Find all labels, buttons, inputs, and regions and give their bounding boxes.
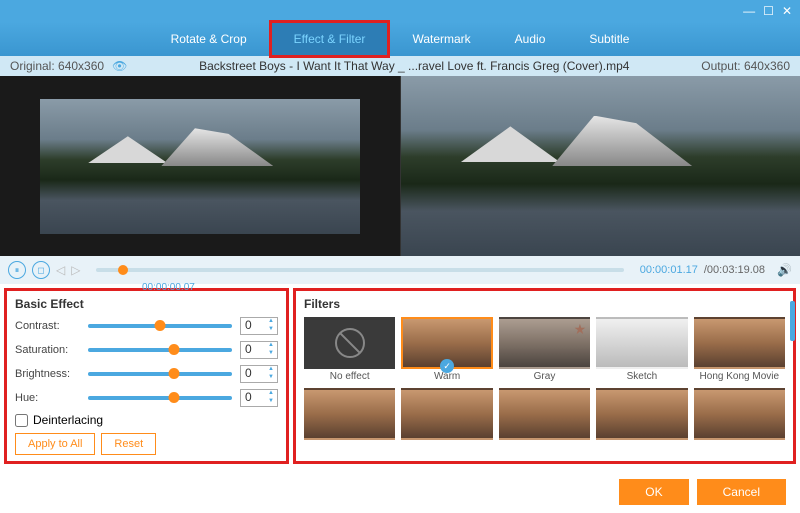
saturation-slider[interactable] <box>88 348 232 352</box>
tab-audio[interactable]: Audio <box>493 23 568 55</box>
brightness-label: Brightness: <box>15 368 80 380</box>
hue-input[interactable]: 0▲▼ <box>240 389 278 407</box>
filter-warm[interactable]: ✓ <box>401 317 492 369</box>
star-icon: ★ <box>574 321 587 338</box>
titlebar: — ☐ ✕ <box>0 0 800 22</box>
hue-label: Hue: <box>15 392 80 404</box>
deinterlacing-checkbox[interactable] <box>15 414 28 427</box>
filter-item[interactable] <box>694 388 785 440</box>
hue-slider[interactable] <box>88 396 232 400</box>
reset-button[interactable]: Reset <box>101 433 156 455</box>
tab-subtitle[interactable]: Subtitle <box>567 23 651 55</box>
tab-watermark[interactable]: Watermark <box>390 23 492 55</box>
original-thumbnail <box>40 99 360 234</box>
filter-label: Gray <box>499 371 590 382</box>
contrast-thumb[interactable] <box>155 320 166 331</box>
filter-label: No effect <box>304 371 395 382</box>
time-elapsed-below: 00:00:00.07 <box>142 282 195 293</box>
saturation-thumb[interactable] <box>169 344 180 355</box>
filter-no-effect[interactable] <box>304 317 395 369</box>
prev-frame-button[interactable]: ◁ <box>56 263 65 277</box>
filter-item[interactable] <box>499 388 590 440</box>
output-thumbnail <box>401 76 800 256</box>
filter-item[interactable] <box>401 388 492 440</box>
output-size-label: Output: 640x360 <box>701 59 790 73</box>
original-size-label: Original: 640x360 <box>10 59 104 73</box>
contrast-label: Contrast: <box>15 320 80 332</box>
tab-effect-filter[interactable]: Effect & Filter <box>269 20 391 58</box>
filter-item[interactable] <box>304 388 395 440</box>
hue-thumb[interactable] <box>169 392 180 403</box>
brightness-slider[interactable] <box>88 372 232 376</box>
minimize-button[interactable]: — <box>743 4 755 18</box>
time-total: /00:03:19.08 <box>704 264 765 276</box>
filter-item[interactable] <box>596 388 687 440</box>
ok-button[interactable]: OK <box>619 479 688 505</box>
pause-button[interactable]: ⏸ <box>8 261 26 279</box>
contrast-slider[interactable] <box>88 324 232 328</box>
basic-effect-panel: Basic Effect Contrast: 0▲▼ Saturation: 0… <box>4 288 289 464</box>
preview-original <box>0 76 401 256</box>
contrast-up[interactable]: ▲ <box>266 318 276 326</box>
saturation-label: Saturation: <box>15 344 80 356</box>
timeline-slider[interactable] <box>96 268 623 272</box>
time-current: 00:00:01.17 <box>640 264 698 276</box>
volume-icon[interactable]: 🔊 <box>777 263 792 277</box>
scrollbar[interactable] <box>790 301 795 341</box>
basic-effect-title: Basic Effect <box>15 297 278 311</box>
filter-gray[interactable]: ★ <box>499 317 590 369</box>
maximize-button[interactable]: ☐ <box>763 4 774 18</box>
saturation-input[interactable]: 0▲▼ <box>240 341 278 359</box>
contrast-input[interactable]: 0▲▼ <box>240 317 278 335</box>
cancel-button[interactable]: Cancel <box>697 479 786 505</box>
next-frame-button[interactable]: ▷ <box>71 263 80 277</box>
filters-panel: Filters No effect ✓Warm ★Gray Sketch Hon… <box>293 288 796 464</box>
filters-title: Filters <box>304 297 785 311</box>
timeline-thumb[interactable] <box>118 265 128 275</box>
stop-button[interactable]: ◻ <box>32 261 50 279</box>
tab-rotate-crop[interactable]: Rotate & Crop <box>149 23 269 55</box>
filter-label: Sketch <box>596 371 687 382</box>
check-icon: ✓ <box>440 359 454 373</box>
filter-label: Hong Kong Movie <box>694 371 785 382</box>
footer-buttons: OK Cancel <box>619 479 786 505</box>
playback-controls: ⏸ ◻ ◁ ▷ 00:00:01.17/00:03:19.08 🔊 <box>0 256 800 284</box>
preview-area <box>0 76 800 256</box>
contrast-down[interactable]: ▼ <box>266 326 276 334</box>
filter-hongkong[interactable] <box>694 317 785 369</box>
deinterlacing-label: Deinterlacing <box>33 413 103 427</box>
file-title: Backstreet Boys - I Want It That Way _ .… <box>127 59 701 73</box>
filter-sketch[interactable] <box>596 317 687 369</box>
info-bar: Original: 640x360 👁 Backstreet Boys - I … <box>0 56 800 76</box>
eye-icon[interactable]: 👁 <box>112 59 127 73</box>
brightness-input[interactable]: 0▲▼ <box>240 365 278 383</box>
apply-to-all-button[interactable]: Apply to All <box>15 433 95 455</box>
tab-bar: Rotate & Crop Effect & Filter Watermark … <box>0 22 800 56</box>
brightness-thumb[interactable] <box>169 368 180 379</box>
preview-output <box>401 76 800 256</box>
close-button[interactable]: ✕ <box>782 4 792 18</box>
